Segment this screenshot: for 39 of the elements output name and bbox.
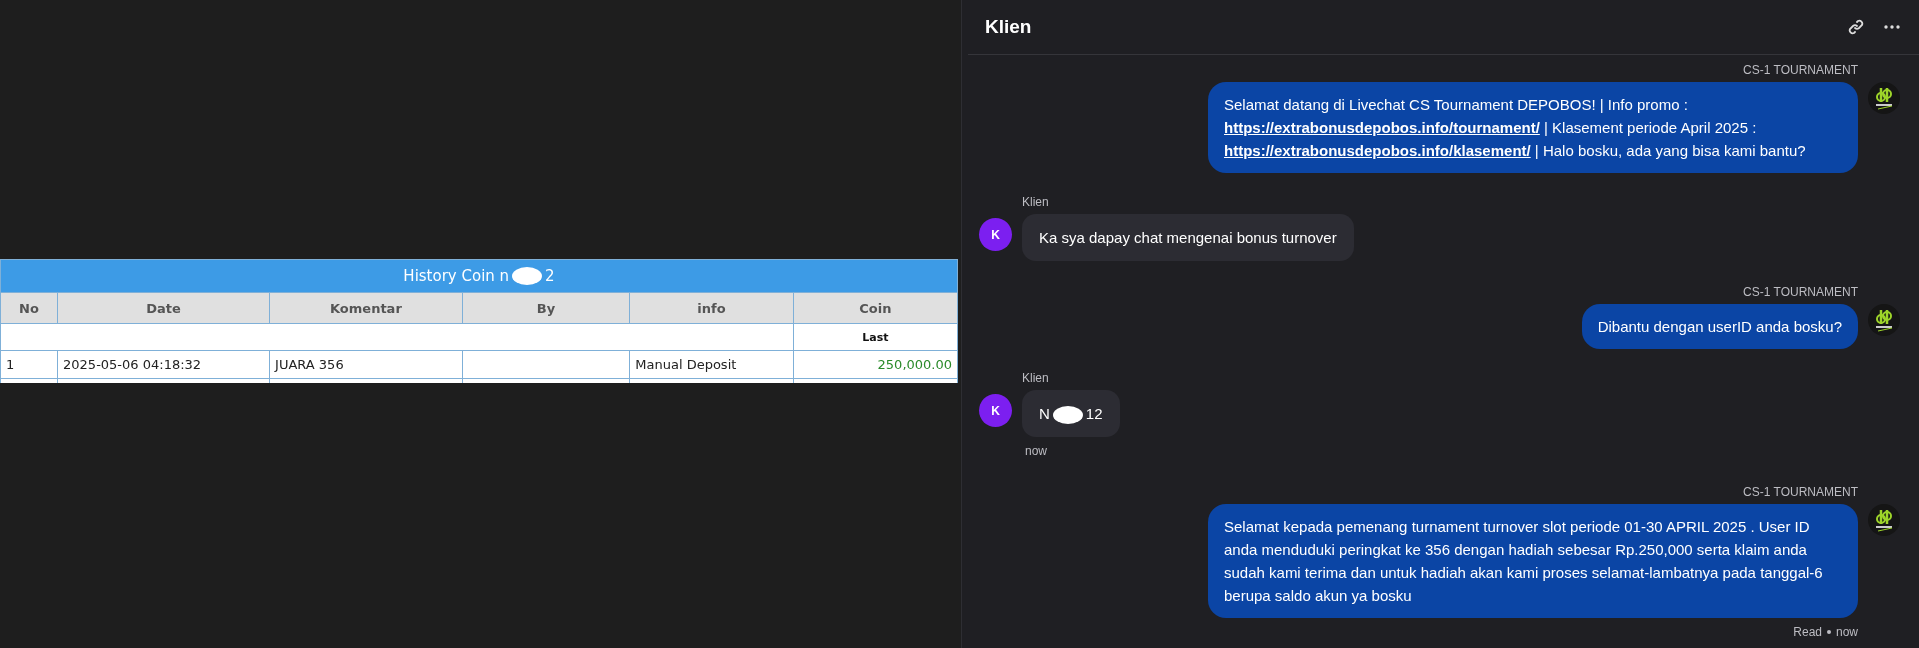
client-avatar: K [979, 218, 1012, 251]
sender-name: CS-1 TOURNAMENT [1743, 285, 1858, 299]
column-header: No [0, 292, 58, 324]
client-message: Ka sya dapay chat mengenai bonus turnover [1022, 214, 1354, 261]
table-title: History Coin n 2 [0, 259, 958, 293]
column-header: info [629, 292, 794, 324]
message-time: now [1025, 444, 1047, 458]
message-time: now [1836, 625, 1858, 639]
read-status: Read [1793, 625, 1822, 639]
separator-dot [1827, 630, 1831, 634]
table-cell: 250,000.00 [793, 350, 958, 379]
sender-name: CS-1 TOURNAMENT [1743, 63, 1858, 77]
table-cell: 1 [0, 350, 58, 379]
agent-message: Selamat datang di Livechat CS Tournament DEPOBOS! | Info promo : https://extrabonusdepobos.info/tournament/ | Klasement periode April 2025 : https://extrabonusdepobos.info/klasement/ | Halo bosku, ada yang bisa kami bantu? [1208, 82, 1858, 173]
client-message: N 12 [1022, 390, 1120, 437]
client-avatar: K [979, 394, 1012, 427]
table-cell: Last [793, 323, 958, 351]
logo-icon [1868, 504, 1900, 536]
agent-message: Selamat kepada pemenang turnament turnover slot periode 01-30 APRIL 2025 . User ID anda menduduki peringkat ke 356 dengan hadiah sebesar Rp.250,000 serta klaim anda sudah kami terima dan untuk hadiah akan kami proses selamat-lambatnya pada tanggal-6 berupa saldo akun ya bosku [1208, 504, 1858, 618]
redaction-mark [512, 267, 543, 286]
redaction-mark [1052, 406, 1083, 425]
chat-title: Klien [985, 16, 1033, 38]
column-header: Date [57, 292, 270, 324]
logo-icon [1868, 82, 1900, 114]
message-link[interactable]: https://extrabonusdepobos.info/tournament/ [1224, 119, 1540, 136]
table-cell: 2025-05-06 04:18:32 [57, 350, 270, 379]
sender-name: Klien [1022, 371, 1050, 385]
column-header: By [462, 292, 630, 324]
table-cell: Manual Deposit [629, 350, 794, 379]
link-icon[interactable] [1848, 19, 1864, 35]
logo-icon [1868, 304, 1900, 336]
sender-name: CS-1 TOURNAMENT [1743, 485, 1858, 499]
sender-name: Klien [1022, 195, 1050, 209]
table-cell: JUARA 356 [269, 350, 463, 379]
column-header: Komentar [269, 292, 463, 324]
agent-message: Dibantu dengan userID anda bosku? [1581, 304, 1858, 349]
message-link[interactable]: https://extrabonusdepobos.info/klasement/ [1224, 142, 1531, 159]
more-icon[interactable] [1884, 25, 1900, 29]
column-header: Coin [793, 292, 958, 324]
